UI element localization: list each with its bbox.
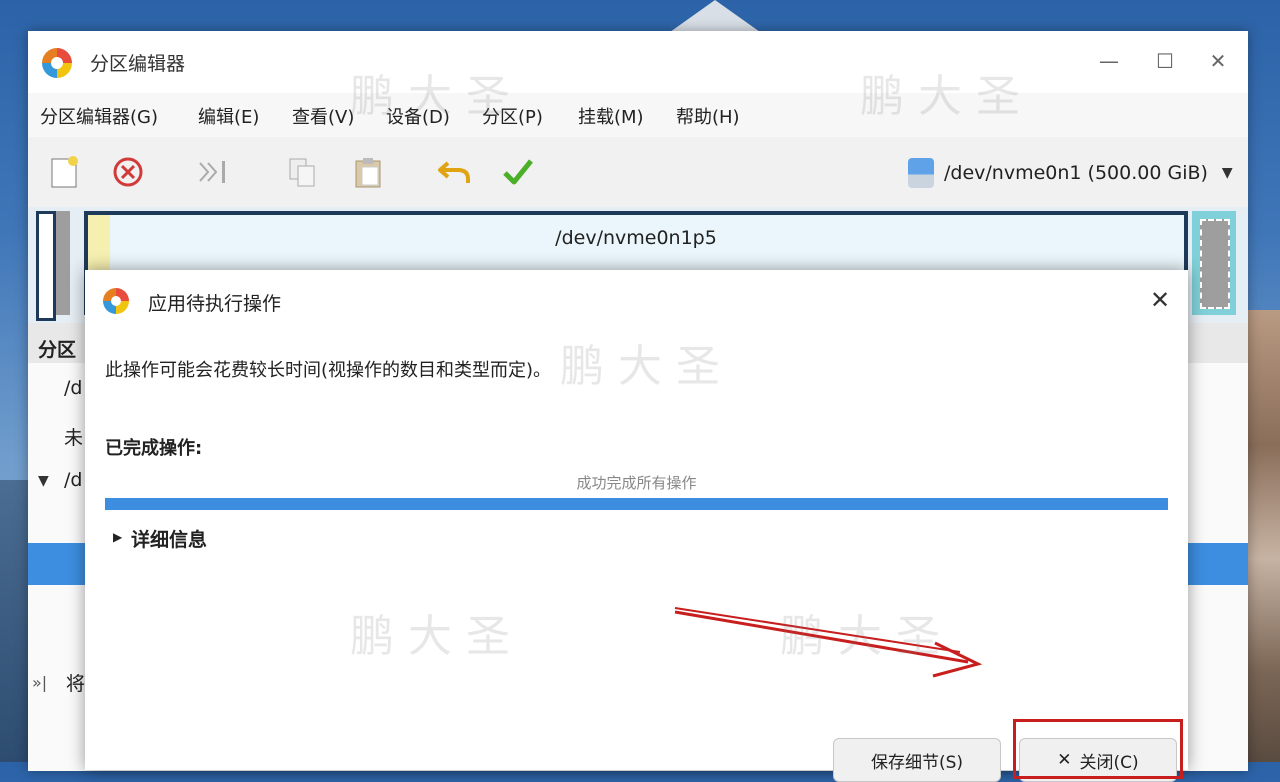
app-logo-icon (42, 48, 72, 78)
unallocated-fill (1200, 219, 1230, 309)
paste-icon[interactable] (348, 152, 388, 192)
close-window-button[interactable]: ✕ (1203, 49, 1233, 73)
desktop-wallpaper-right (1244, 310, 1280, 762)
details-expander[interactable]: 详细信息 (131, 525, 207, 552)
partition-label: /dev/nvme0n1p5 (555, 227, 717, 249)
expand-caret-icon[interactable]: ▼ (38, 473, 49, 489)
resize-icon[interactable] (194, 152, 234, 192)
device-label: /dev/nvme0n1 (500.00 GiB) (944, 162, 1208, 184)
progress-bar (105, 498, 1168, 510)
new-partition-icon[interactable] (44, 152, 84, 192)
dialog-title: 应用待执行操作 (148, 293, 282, 315)
expander-arrow-icon[interactable]: ▶ (113, 530, 122, 544)
window-title: 分区编辑器 (90, 53, 186, 75)
menu-bar: 分区编辑器(G) 编辑(E) 查看(V) 设备(D) 分区(P) 挂载(M) 帮… (28, 93, 1248, 137)
apply-icon[interactable] (498, 152, 538, 192)
annotation-highlight-box (1013, 719, 1183, 779)
title-bar: 分区编辑器 — ☐ ✕ (28, 31, 1248, 93)
status-text: 成功完成所有操作 (576, 474, 697, 492)
app-logo-icon (103, 288, 129, 314)
minimize-button[interactable]: — (1094, 49, 1124, 73)
menu-gparted[interactable]: 分区编辑器(G) (40, 103, 158, 129)
mountain-peak (670, 0, 760, 32)
table-row[interactable]: /d (64, 469, 82, 491)
watermark: 鹏 大 圣 (560, 341, 720, 392)
device-selector[interactable]: /dev/nvme0n1 (500.00 GiB) ▼ (908, 155, 1238, 191)
save-details-button[interactable]: 保存细节(S) (833, 738, 1001, 782)
chevron-down-icon: ▼ (1221, 165, 1233, 181)
watermark: 鹏 大 圣 (350, 611, 510, 662)
menu-mount[interactable]: 挂载(M) (578, 103, 644, 129)
menu-view[interactable]: 查看(V) (292, 103, 354, 129)
partition-segment[interactable] (56, 211, 70, 315)
table-row[interactable]: /d (64, 377, 82, 399)
table-row[interactable]: 未 (64, 423, 83, 450)
maximize-button[interactable]: ☐ (1150, 49, 1180, 73)
menu-edit[interactable]: 编辑(E) (198, 103, 259, 129)
watermark: 鹏 大 圣 (860, 71, 1020, 122)
partition-segment[interactable] (36, 211, 56, 321)
pending-operations-text: 将 (66, 673, 86, 695)
toolbar: /dev/nvme0n1 (500.00 GiB) ▼ (28, 137, 1248, 207)
column-header-partition[interactable]: 分区 (38, 335, 76, 362)
watermark: 鹏 大 圣 (780, 611, 940, 662)
partition-segment-unallocated[interactable] (1192, 211, 1236, 315)
dialog-close-button[interactable]: ✕ (1145, 286, 1175, 314)
desktop-wallpaper-left (0, 480, 28, 762)
watermark: 鹏 大 圣 (350, 71, 510, 122)
dialog-message: 此操作可能会花费较长时间(视操作的数目和类型而定)。 (105, 360, 552, 381)
copy-icon[interactable] (282, 152, 322, 192)
completed-label: 已完成操作: (105, 438, 203, 459)
disk-icon (908, 158, 934, 188)
progress-fill (105, 498, 1168, 510)
pending-operations-icon: »| (32, 673, 48, 692)
menu-help[interactable]: 帮助(H) (676, 103, 740, 129)
undo-icon[interactable] (434, 152, 474, 192)
delete-icon[interactable] (108, 152, 148, 192)
